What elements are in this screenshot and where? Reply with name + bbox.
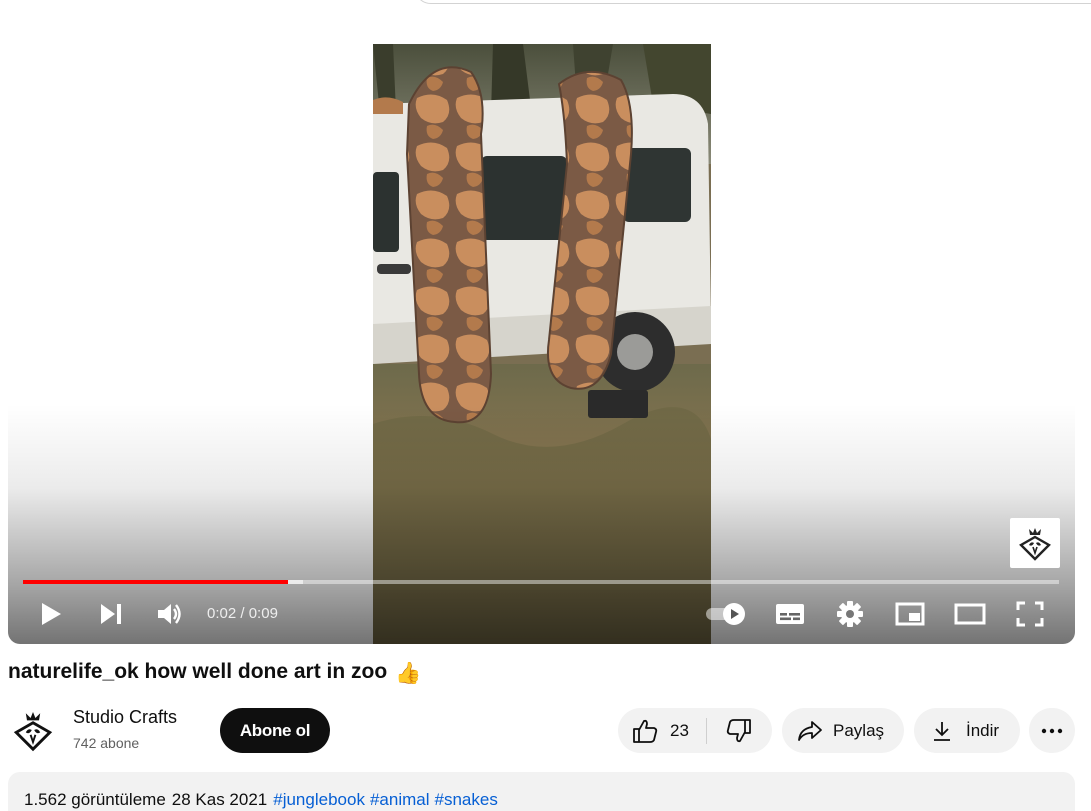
volume-button[interactable] — [153, 592, 187, 636]
channel-watermark[interactable] — [1010, 518, 1060, 568]
progress-bar[interactable] — [23, 580, 1059, 584]
progress-played — [23, 580, 289, 584]
like-dislike-group: 23 — [618, 708, 772, 753]
thumbs-up-emoji-icon: 👍 — [395, 662, 422, 685]
search-box-edge[interactable] — [414, 0, 1091, 4]
next-button[interactable] — [94, 592, 128, 636]
fullscreen-icon — [1016, 601, 1044, 627]
studio-crafts-logo-icon — [13, 712, 53, 752]
settings-button[interactable] — [832, 592, 868, 636]
thumbs-down-icon — [726, 718, 751, 742]
channel-name[interactable]: Studio Crafts — [73, 707, 177, 728]
volume-icon — [158, 604, 181, 624]
like-button[interactable]: 23 — [618, 708, 706, 753]
subtitles-icon — [776, 604, 804, 624]
video-scene-image — [373, 44, 711, 644]
autoplay-toggle[interactable] — [702, 592, 750, 636]
fullscreen-button[interactable] — [1012, 592, 1048, 636]
upload-date: 28 Kas 2021 — [171, 790, 268, 809]
time-display: 0:02 / 0:09 — [207, 592, 278, 636]
share-label: Paylaş — [833, 720, 885, 740]
play-icon — [42, 603, 61, 625]
like-count: 23 — [670, 720, 689, 740]
gear-icon — [837, 601, 863, 627]
time-total: 0:09 — [248, 605, 278, 622]
channel-avatar[interactable] — [9, 706, 57, 754]
subscriber-count: 742 abone — [73, 735, 140, 751]
theater-mode-icon — [954, 603, 986, 625]
miniplayer-button[interactable] — [892, 592, 928, 636]
hashtag-link[interactable]: #snakes — [435, 790, 498, 809]
video-title: naturelife_ok how well done art in zoo 👍 — [8, 660, 421, 686]
more-horizontal-icon — [1041, 728, 1063, 733]
studio-crafts-logo-icon — [1019, 528, 1051, 561]
autoplay-toggle-icon — [706, 603, 745, 625]
description-box[interactable]: 1.562 görüntüleme 28 Kas 2021 #junglebook #… — [8, 772, 1075, 811]
play-button[interactable] — [34, 592, 68, 636]
hashtag-link[interactable]: #animal — [370, 790, 430, 809]
video-title-text: naturelife_ok how well done art in zoo — [8, 660, 388, 683]
theater-mode-button[interactable] — [952, 592, 988, 636]
time-current: 0:02 — [207, 605, 237, 622]
subscribe-button[interactable]: Abone ol — [220, 708, 330, 753]
view-count: 1.562 görüntüleme — [24, 790, 166, 809]
player-controls: 0:02 / 0:09 — [8, 592, 1075, 636]
time-separator: / — [236, 605, 249, 622]
share-button[interactable]: Paylaş — [782, 708, 904, 753]
next-icon — [101, 604, 121, 624]
download-button[interactable]: İndir — [914, 708, 1020, 753]
miniplayer-icon — [895, 602, 925, 626]
hashtag-link[interactable]: #junglebook — [273, 790, 365, 809]
video-frame[interactable] — [373, 44, 711, 644]
download-label: İndir — [966, 720, 1000, 740]
more-actions-button[interactable] — [1029, 708, 1075, 753]
subtitles-button[interactable] — [772, 592, 808, 636]
share-arrow-icon — [798, 720, 822, 741]
download-icon — [934, 721, 950, 741]
thumbs-up-icon — [633, 719, 658, 743]
video-player[interactable]: 0:02 / 0:09 — [8, 44, 1075, 644]
dislike-button[interactable] — [707, 708, 771, 753]
